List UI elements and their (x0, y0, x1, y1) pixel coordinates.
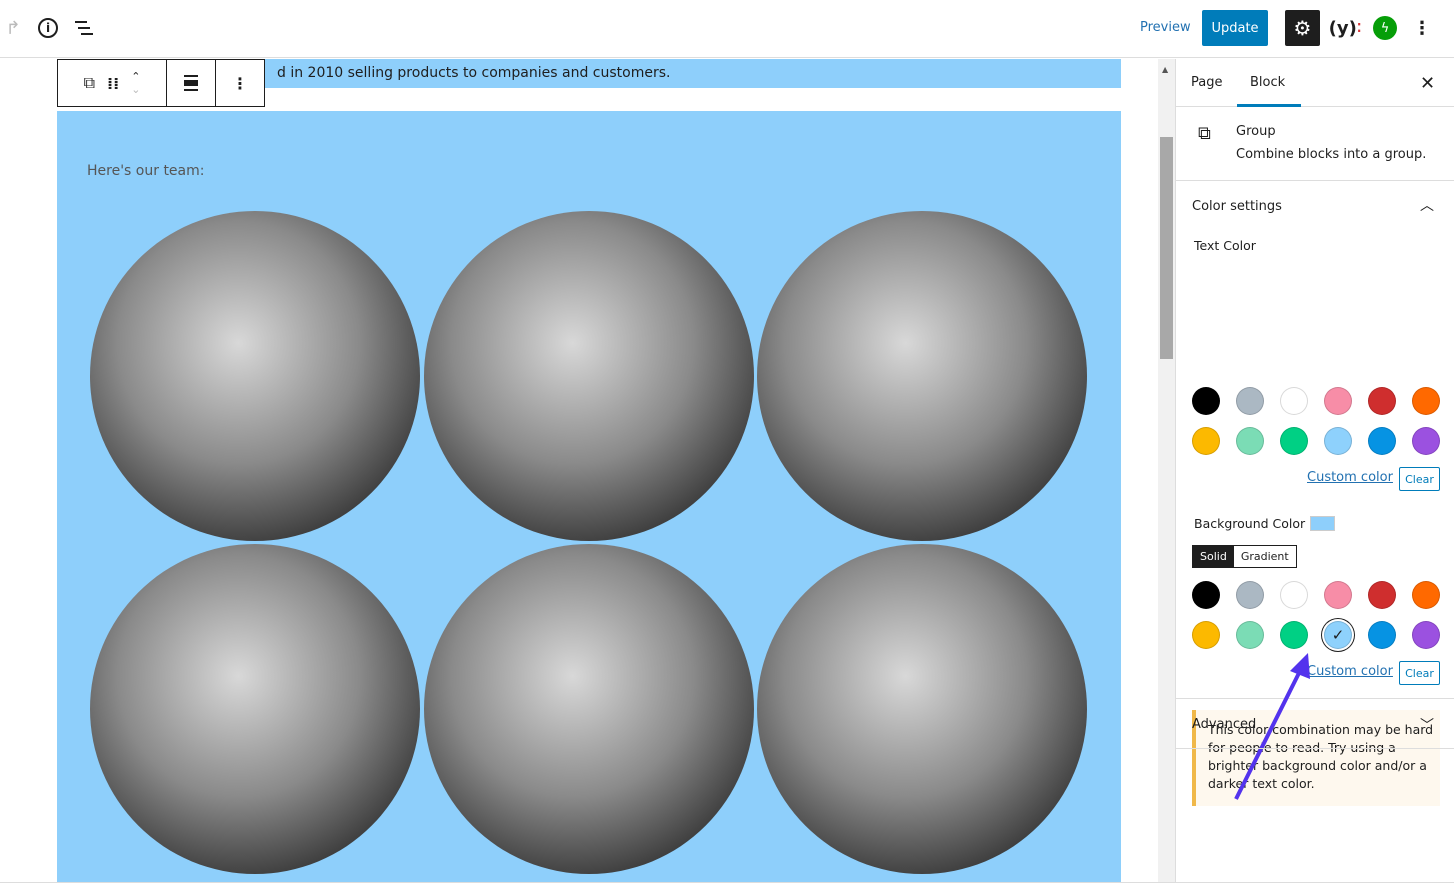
more-options-icon[interactable]: ⋮ (216, 60, 264, 106)
team-photo (90, 544, 420, 874)
color-swatch[interactable] (1412, 387, 1440, 415)
group-block-icon: ⧉ (1198, 123, 1211, 144)
color-swatch[interactable] (1280, 387, 1308, 415)
color-swatch[interactable] (1192, 581, 1220, 609)
tab-page[interactable]: Page (1191, 75, 1222, 90)
top-toolbar: ↱ i Preview Update ⚙ (y) ⁚ ϟ ⋮ (0, 0, 1454, 58)
color-settings-title[interactable]: Color settings (1192, 199, 1282, 214)
color-swatch[interactable] (1192, 427, 1220, 455)
team-heading: Here's our team: (87, 163, 205, 179)
color-swatch[interactable] (1324, 581, 1352, 609)
group-block-icon[interactable]: ⧉ (84, 73, 95, 93)
more-vertical-icon[interactable]: ⋮ (1412, 16, 1432, 40)
group-block[interactable]: Here's our team: (57, 111, 1121, 882)
team-photo (757, 211, 1087, 541)
color-swatch[interactable] (1368, 427, 1396, 455)
team-photo (424, 211, 754, 541)
yoast-icon[interactable]: (y) ⁚ (1329, 16, 1362, 40)
move-up-down-icon[interactable]: ⌃ ⌄ (131, 70, 140, 96)
block-toolbar: ⧉ ⁞⁞ ⌃ ⌄ ⋮ (57, 59, 265, 107)
block-description: Combine blocks into a group. (1236, 147, 1427, 162)
block-card: ⧉ Group Combine blocks into a group. (1176, 107, 1454, 181)
clear-background-color-button[interactable]: Clear (1399, 661, 1440, 685)
color-swatch[interactable]: ✓ (1324, 621, 1352, 649)
background-color-indicator (1310, 516, 1335, 531)
drag-handle-icon[interactable]: ⁞⁞ (107, 74, 119, 93)
team-photo (90, 211, 420, 541)
color-swatch[interactable] (1324, 387, 1352, 415)
color-swatch[interactable] (1324, 427, 1352, 455)
custom-color-link[interactable]: Custom color (1307, 664, 1393, 679)
background-color-label: Background Color (1194, 516, 1306, 531)
color-swatch[interactable] (1368, 581, 1396, 609)
settings-sidebar: Page Block ✕ ⧉ Group Combine blocks into… (1175, 59, 1454, 882)
redo-icon[interactable]: ↱ (4, 18, 22, 39)
advanced-panel[interactable]: Advanced ﹀ (1176, 699, 1454, 749)
update-button[interactable]: Update (1202, 10, 1268, 46)
list-view-icon[interactable] (74, 18, 94, 38)
align-icon[interactable] (167, 60, 216, 106)
chevron-up-icon[interactable]: ︿ (1420, 195, 1434, 215)
team-photo (757, 544, 1087, 874)
settings-gear-icon[interactable]: ⚙ (1285, 10, 1320, 46)
color-swatch[interactable] (1236, 581, 1264, 609)
editor-canvas: d in 2010 selling products to companies … (0, 59, 1158, 882)
color-swatch[interactable] (1368, 621, 1396, 649)
jetpack-icon[interactable]: ϟ (1373, 16, 1397, 40)
block-name: Group (1236, 124, 1276, 139)
color-swatch[interactable] (1192, 621, 1220, 649)
solid-tab[interactable]: Solid (1193, 546, 1234, 567)
color-swatch[interactable] (1280, 621, 1308, 649)
color-settings-panel: Color settings ︿ Text Color Custom color… (1176, 181, 1454, 806)
color-swatch[interactable] (1192, 387, 1220, 415)
text-color-label: Text Color (1194, 238, 1256, 253)
clear-text-color-button[interactable]: Clear (1399, 467, 1440, 491)
team-photo (424, 544, 754, 874)
color-swatch[interactable] (1280, 581, 1308, 609)
preview-button[interactable]: Preview (1140, 20, 1191, 35)
bottom-border (0, 882, 1454, 894)
chevron-down-icon[interactable]: ﹀ (1420, 715, 1434, 735)
editor-scrollbar[interactable]: ▲ (1158, 59, 1175, 882)
color-swatch[interactable] (1412, 427, 1440, 455)
advanced-label[interactable]: Advanced (1192, 717, 1256, 732)
tab-block[interactable]: Block (1236, 75, 1302, 107)
scrollbar-thumb[interactable] (1160, 137, 1173, 359)
close-icon[interactable]: ✕ (1420, 73, 1435, 94)
color-swatch[interactable] (1368, 387, 1396, 415)
info-icon[interactable]: i (38, 18, 58, 38)
color-swatch[interactable] (1412, 581, 1440, 609)
color-swatch[interactable] (1280, 427, 1308, 455)
custom-color-link[interactable]: Custom color (1307, 470, 1393, 485)
gradient-tab[interactable]: Gradient (1234, 546, 1296, 567)
paragraph-text: d in 2010 selling products to companies … (277, 65, 671, 81)
color-swatch[interactable] (1236, 387, 1264, 415)
scroll-up-icon[interactable]: ▲ (1162, 65, 1168, 74)
color-swatch[interactable] (1412, 621, 1440, 649)
color-swatch[interactable] (1236, 427, 1264, 455)
color-swatch[interactable] (1236, 621, 1264, 649)
